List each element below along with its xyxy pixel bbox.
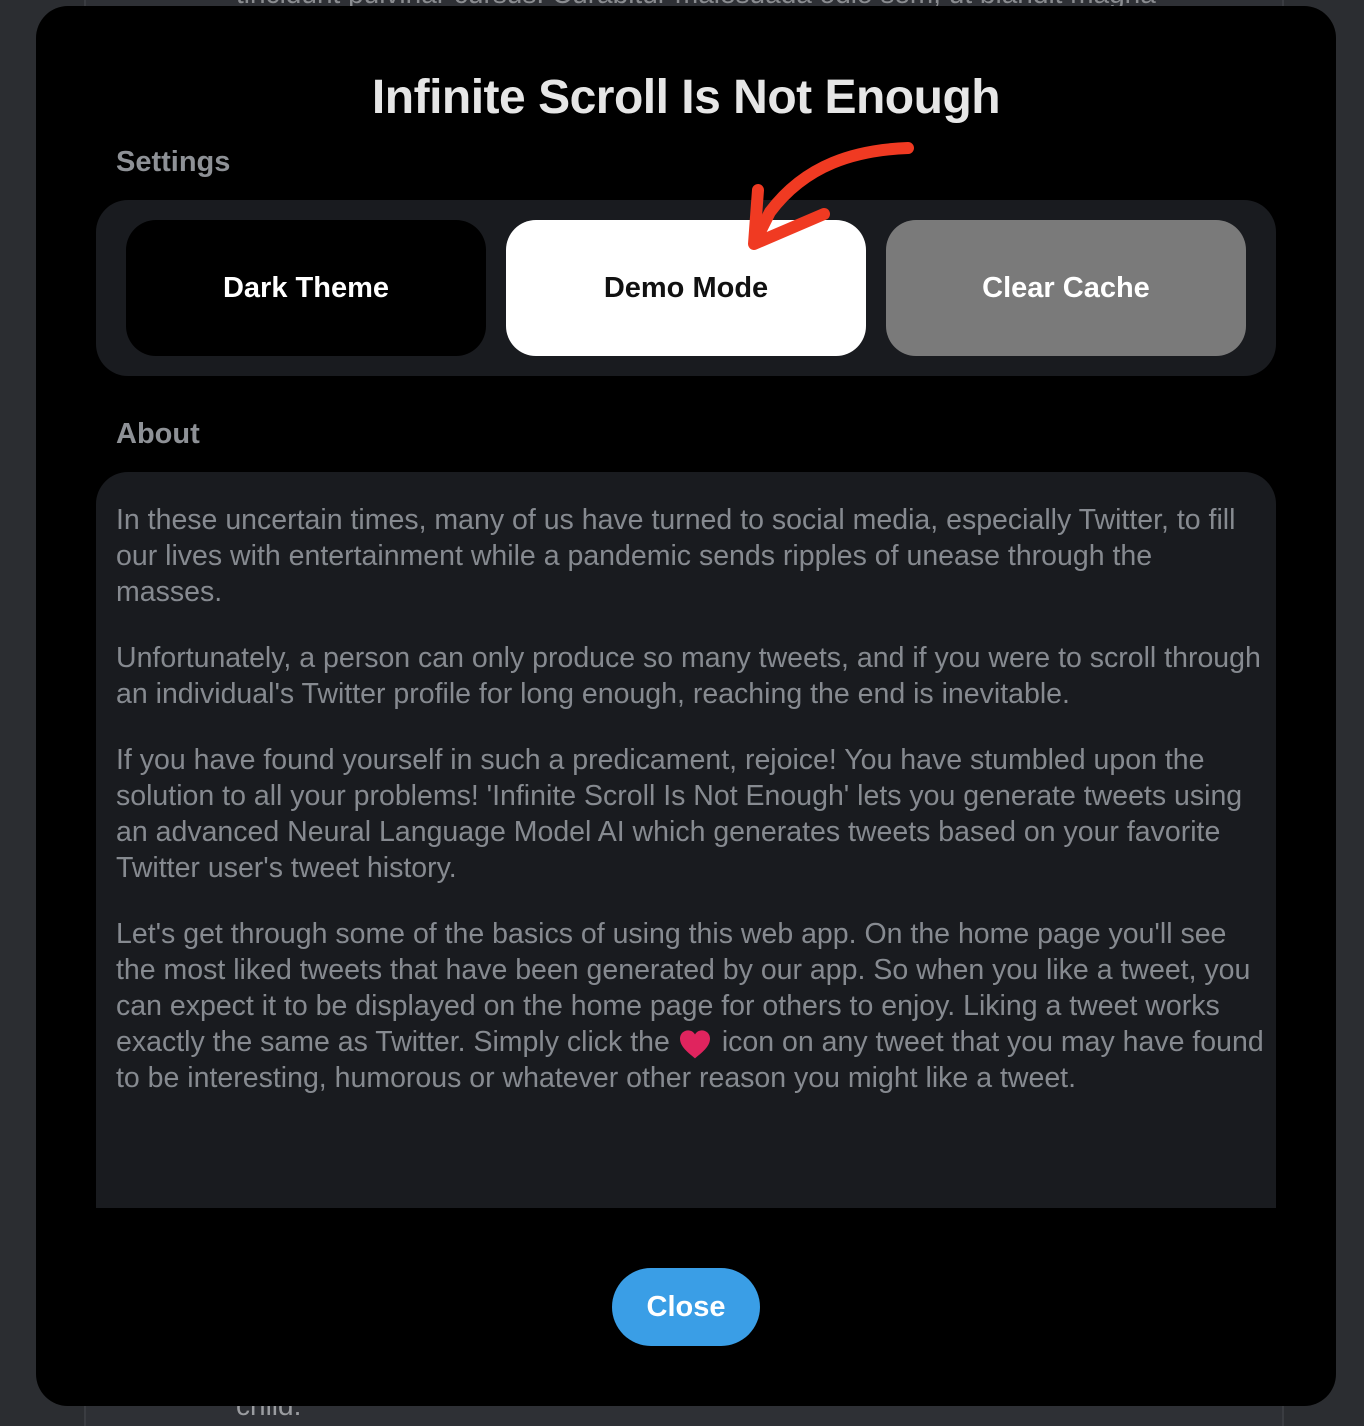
about-text: In these uncertain times, many of us hav…: [116, 502, 1266, 1126]
annotation-arrow-icon: [748, 142, 914, 250]
modal-title: Infinite Scroll Is Not Enough: [371, 71, 1001, 124]
about-paragraph: Unfortunately, a person can only produce…: [116, 642, 1261, 710]
about-paragraph: In these uncertain times, many of us hav…: [116, 504, 1236, 608]
about-section-label: About: [116, 418, 200, 450]
about-text-box[interactable]: In these uncertain times, many of us hav…: [96, 472, 1276, 1208]
heart-icon: [679, 1030, 710, 1059]
about-paragraph: Let's get through some of the basics of …: [116, 916, 1266, 1096]
settings-modal: Infinite Scroll Is Not Enough Settings D…: [36, 6, 1336, 1406]
close-button[interactable]: Close: [612, 1268, 760, 1346]
about-paragraph: If you have found yourself in such a pre…: [116, 744, 1243, 884]
settings-section-label: Settings: [116, 146, 231, 178]
settings-panel: Dark Theme Demo Mode Clear Cache: [96, 200, 1276, 376]
dark-theme-button[interactable]: Dark Theme: [126, 220, 486, 356]
